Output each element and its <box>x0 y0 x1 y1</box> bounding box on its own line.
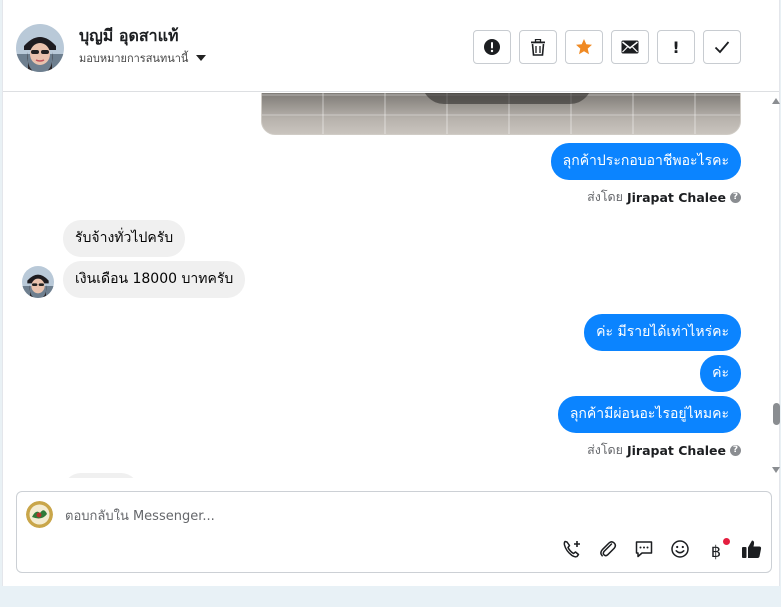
emoji-button[interactable] <box>669 540 691 562</box>
follow-up-button[interactable]: ! <box>657 30 695 64</box>
image-attachment[interactable] <box>261 93 741 135</box>
delete-button[interactable] <box>519 30 557 64</box>
incoming-message[interactable]: เงินเดือน 18000 บาทครับ <box>63 261 246 298</box>
incoming-message[interactable]: รับจ้างทั่วไปครับ <box>63 220 186 257</box>
attach-button[interactable] <box>597 540 619 562</box>
contact-avatar[interactable] <box>16 24 64 72</box>
message-thread[interactable]: ลุกค้าประกอบอาชีพอะไรคะ ส่งโดย Jirapat C… <box>3 93 779 478</box>
reply-composer: ฿ <box>16 491 772 573</box>
chat-bubble-icon <box>634 539 654 563</box>
thumbs-up-icon <box>741 538 763 564</box>
notification-dot <box>723 538 730 545</box>
scrollbar-thumb[interactable] <box>773 403 780 425</box>
assign-label: มอบหมายการสนทนานี้ <box>79 52 189 65</box>
baht-icon: ฿ <box>710 541 722 561</box>
emoji-icon <box>670 539 690 563</box>
question-icon[interactable]: ? <box>730 444 741 456</box>
alert-circle-icon <box>483 38 501 56</box>
outgoing-message[interactable]: ลุกค้าประกอบอาชีพอะไรคะ <box>550 143 741 180</box>
mark-done-button[interactable] <box>703 30 741 64</box>
sent-by-info: ส่งโดย Jirapat Chalee ? <box>587 440 741 460</box>
page-avatar <box>26 501 53 528</box>
scroll-up-arrow[interactable] <box>772 98 780 104</box>
call-button[interactable] <box>561 540 583 562</box>
assign-conversation-dropdown[interactable]: มอบหมายการสนทนานี้ <box>79 49 207 67</box>
trash-icon <box>530 38 546 56</box>
sent-by-name[interactable]: Jirapat Chalee <box>627 190 726 205</box>
checkmark-icon <box>714 40 730 54</box>
sent-by-name[interactable]: Jirapat Chalee <box>627 443 726 458</box>
exclamation-icon: ! <box>672 37 680 57</box>
like-button[interactable] <box>741 540 763 562</box>
caret-down-icon <box>196 55 207 61</box>
mark-unread-button[interactable] <box>611 30 649 64</box>
sent-by-prefix: ส่งโดย <box>587 442 623 457</box>
phone-add-icon <box>562 539 582 563</box>
conversation-header: บุญมี อุดสาแท้ มอบหมายการสนทนานี้ ! <box>3 0 779 92</box>
sent-by-prefix: ส่งโดย <box>587 189 623 204</box>
saved-replies-button[interactable] <box>633 540 655 562</box>
scroll-down-arrow[interactable] <box>772 467 780 473</box>
mark-spam-button[interactable] <box>473 30 511 64</box>
image-shadow <box>422 93 592 104</box>
contact-name[interactable]: บุญมี อุดสาแท้ <box>79 24 179 49</box>
incoming-message-partial[interactable] <box>63 473 139 478</box>
payment-button[interactable]: ฿ <box>705 538 730 562</box>
page-background-strip <box>0 586 781 607</box>
contact-avatar-small[interactable] <box>22 266 54 298</box>
header-toolbar: ! <box>473 30 741 64</box>
outgoing-message[interactable]: ค่ะ <box>700 355 741 392</box>
reply-input[interactable] <box>65 506 705 526</box>
paperclip-icon <box>598 539 618 563</box>
outgoing-message[interactable]: ลุกค้ามีผ่อนอะไรอยู่ไหมคะ <box>557 396 741 433</box>
envelope-icon <box>621 40 639 54</box>
outgoing-message[interactable]: ค่ะ มีรายได้เท่าไหร่คะ <box>584 314 741 351</box>
question-icon[interactable]: ? <box>730 191 741 203</box>
sent-by-info: ส่งโดย Jirapat Chalee ? <box>587 187 741 207</box>
conversation-panel: บุญมี อุดสาแท้ มอบหมายการสนทนานี้ ! ลุกค… <box>2 0 780 586</box>
star-button[interactable] <box>565 30 603 64</box>
star-icon <box>575 38 593 56</box>
composer-actions: ฿ <box>561 538 763 562</box>
